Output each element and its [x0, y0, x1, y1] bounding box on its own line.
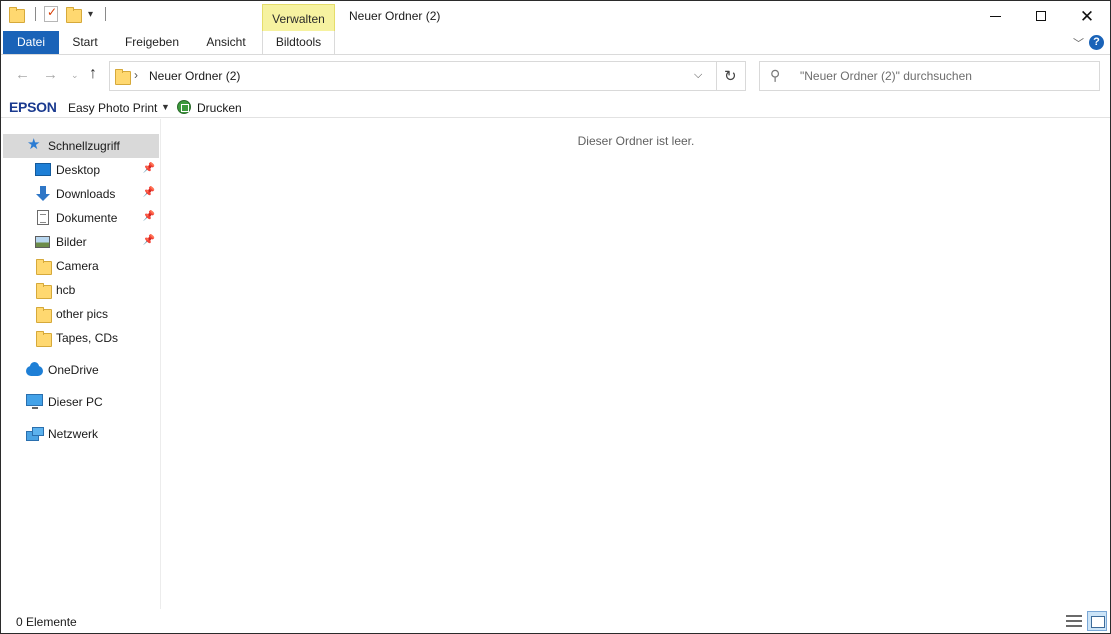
empty-folder-message: Dieser Ordner ist leer. [577, 134, 695, 148]
list-line [1066, 625, 1082, 627]
pin-icon[interactable]: 📌 [143, 211, 155, 222]
back-arrow-icon[interactable]: ← [15, 66, 30, 83]
nav-item-documents[interactable]: Dokumente 📌 [3, 206, 159, 230]
breadcrumb-current-folder[interactable]: Neuer Ordner (2) [149, 69, 240, 83]
desktop-icon [35, 163, 51, 176]
large-icons-view-icon[interactable] [1087, 611, 1107, 631]
documents-icon [37, 210, 49, 225]
chevron-down-icon[interactable]: ⌵ [694, 69, 702, 82]
address-bar[interactable]: › Neuer Ordner (2) ⌵ ↻ [109, 61, 746, 91]
nav-item-pictures[interactable]: Bilder 📌 [3, 230, 159, 254]
tab-freigeben[interactable]: Freigeben [115, 31, 189, 54]
tab-bildtools[interactable]: Bildtools [262, 31, 335, 54]
nav-item-label: Dokumente [56, 211, 118, 225]
context-tab-group-label: Verwalten [272, 12, 325, 26]
file-list-area[interactable]: Dieser Ordner ist leer. [162, 119, 1110, 609]
epson-toolbar: EPSON Easy Photo Print ▼ Drucken [1, 96, 1110, 118]
window-title: Neuer Ordner (2) [349, 9, 441, 23]
item-count: 0 Elemente [16, 615, 77, 629]
nav-item-label: other pics [56, 307, 109, 321]
quick-access-toolbar: ▾ [9, 5, 107, 23]
epson-logo: EPSON [9, 99, 57, 115]
maximize-button[interactable] [1018, 1, 1064, 31]
recent-locations-icon[interactable]: ⌄ [71, 70, 79, 81]
search-placeholder: "Neuer Ordner (2)" durchsuchen [800, 69, 972, 83]
folder-icon [115, 69, 131, 85]
nav-item-label: OneDrive [48, 363, 99, 377]
toolbar-divider [35, 7, 36, 21]
nav-item-label: Camera [56, 259, 99, 273]
network-icon [26, 427, 44, 441]
this-pc-icon [26, 394, 43, 409]
nav-item-label: Desktop [56, 163, 101, 177]
folder-icon [36, 307, 52, 323]
status-bar: 0 Elemente [1, 610, 1110, 633]
nav-item-desktop[interactable]: Desktop 📌 [3, 158, 159, 182]
nav-item-folder[interactable]: Tapes, CDs [3, 326, 159, 350]
nav-item-network[interactable]: Netzwerk [3, 422, 159, 446]
nav-item-label: Netzwerk [48, 427, 99, 441]
star-icon: ★ [27, 136, 41, 153]
nav-item-label: Downloads [56, 187, 116, 201]
print-button[interactable]: Drucken [197, 101, 242, 115]
nav-item-onedrive[interactable]: OneDrive [3, 358, 159, 382]
explorer-window: ▾ Verwalten Neuer Ordner (2) ✕ Datei Sta… [0, 0, 1111, 634]
customize-toolbar-icon[interactable]: ▾ [88, 9, 93, 20]
refresh-icon[interactable]: ↻ [724, 67, 737, 85]
minimize-button[interactable] [972, 1, 1018, 31]
folder-icon [36, 259, 52, 275]
onedrive-icon [26, 362, 43, 376]
toolbar-divider [105, 7, 107, 21]
nav-item-folder[interactable]: Camera [3, 254, 159, 278]
up-arrow-icon[interactable]: ↑ [89, 65, 97, 83]
downloads-icon [35, 186, 51, 202]
navigation-pane: ★ Schnellzugriff Desktop 📌 Downloads 📌 D… [1, 119, 161, 609]
tab-ansicht[interactable]: Ansicht [195, 31, 257, 54]
nav-item-downloads[interactable]: Downloads 📌 [3, 182, 159, 206]
nav-item-quick-access[interactable]: ★ Schnellzugriff [3, 134, 159, 158]
search-icon: ⚲ [770, 67, 781, 83]
minimize-icon [989, 15, 1001, 17]
maximize-icon [1036, 11, 1046, 21]
chevron-right-icon[interactable]: › [134, 68, 138, 82]
close-icon: ✕ [1079, 6, 1095, 26]
tab-datei[interactable]: Datei [3, 31, 59, 54]
pin-icon[interactable]: 📌 [143, 187, 155, 198]
address-divider [716, 62, 717, 90]
navigation-bar: ← → ⌄ ↑ › Neuer Ordner (2) ⌵ ↻ ⚲ "Neuer … [1, 56, 1110, 96]
easy-photo-print-button[interactable]: Easy Photo Print [68, 101, 157, 115]
nav-item-folder[interactable]: other pics [3, 302, 159, 326]
list-line [1066, 615, 1082, 617]
folder-icon [36, 283, 52, 299]
pictures-icon [35, 236, 50, 248]
nav-item-this-pc[interactable]: Dieser PC [3, 390, 159, 414]
details-view-icon[interactable] [1066, 614, 1082, 628]
properties-icon[interactable] [44, 5, 58, 22]
nav-item-label: Tapes, CDs [56, 331, 119, 345]
list-line [1066, 620, 1082, 622]
ribbon-tabs: Datei Start Freigeben Ansicht Bildtools … [1, 31, 1110, 55]
window-controls: ✕ [972, 1, 1110, 31]
forward-arrow-icon[interactable]: → [43, 66, 58, 83]
folder-icon[interactable] [9, 7, 25, 23]
nav-item-folder[interactable]: hcb [3, 278, 159, 302]
pin-icon[interactable]: 📌 [143, 235, 155, 246]
nav-item-label: Dieser PC [48, 395, 103, 409]
search-box[interactable]: ⚲ "Neuer Ordner (2)" durchsuchen [759, 61, 1100, 91]
title-bar: ▾ Verwalten Neuer Ordner (2) ✕ [1, 1, 1110, 50]
folder-icon [36, 331, 52, 347]
expand-ribbon-icon[interactable]: ﹀ [1073, 35, 1084, 51]
tab-start[interactable]: Start [61, 31, 109, 54]
nav-item-label: Schnellzugriff [48, 139, 120, 153]
close-button[interactable]: ✕ [1064, 1, 1110, 31]
print-icon[interactable] [177, 100, 191, 114]
nav-item-label: hcb [56, 283, 76, 297]
pin-icon[interactable]: 📌 [143, 163, 155, 174]
dropdown-arrow-icon[interactable]: ▼ [161, 102, 170, 112]
help-icon[interactable]: ? [1089, 35, 1104, 50]
nav-item-label: Bilder [56, 235, 87, 249]
new-folder-icon[interactable] [66, 7, 82, 23]
